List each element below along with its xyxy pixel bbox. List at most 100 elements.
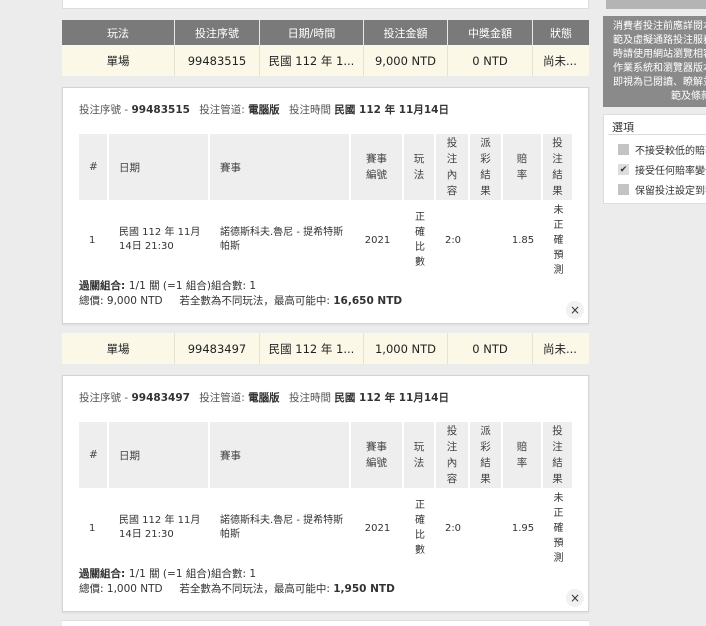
time-value: 民國 112 年 11月14日 [334, 392, 449, 404]
result-char: 確 [553, 234, 564, 246]
header-char: 賠 [516, 441, 528, 453]
option-any-odds-change[interactable]: ✔ 接受任何賠率變化 [618, 162, 706, 177]
play-char: 正 [415, 500, 425, 511]
column-header-datetime[interactable]: 日期/時間 [260, 20, 364, 45]
bet-detail-table: # 日期 賽事 賽事 編號 玩法 投注內容 派彩結果 賠率 投注結果 1 民國 1… [79, 422, 574, 564]
bet-detail-header: 投注序號 - 99483515 投注管道: 電腦版 投注時間 民國 112 年 … [79, 102, 449, 117]
notice-line: 作業系統和瀏覽器版本 [613, 63, 706, 74]
detail-header-num: # [79, 422, 109, 488]
bet-detail-card: 投注序號 - 99483497 投注管道: 電腦版 投注時間 民國 112 年 … [62, 375, 589, 612]
notice-line: 消費者投注前應詳閱本 [613, 21, 706, 32]
line-match-no: 2021 [364, 234, 391, 246]
line-match-part: 諾德斯科夫.魯尼 - 提希特斯 [220, 227, 344, 238]
line-result: 未正確預測 [543, 200, 574, 280]
result-char: 確 [553, 522, 564, 534]
side-panel: 消費者投注前應詳閱本 範及虛擬通路投注服務 時請使用網站瀏覽相容 作業系統和瀏覽… [603, 0, 706, 210]
side-panel-button[interactable] [606, 0, 706, 9]
header-char: 容 [446, 473, 458, 485]
header-char: 投 [446, 425, 458, 437]
bets-table-header: 玩法 投注序號 日期/時間 投注金額 中獎金額 狀態 [62, 20, 589, 45]
detail-header-play: 玩法 [404, 134, 436, 200]
result-char: 未 [553, 492, 564, 504]
bet-amount: 1,000 NTD [364, 333, 448, 364]
detail-header-match-no: 賽事 編號 [351, 134, 404, 200]
checkbox-checked[interactable]: ✔ [618, 164, 629, 175]
previous-panel-edge [62, 0, 589, 9]
option-keep-settings[interactable]: 保留投注設定到我 [618, 182, 706, 197]
detail-table-header: # 日期 賽事 賽事 編號 玩法 投注內容 派彩結果 賠率 投注結果 [79, 134, 574, 200]
play-char: 比 [415, 242, 425, 253]
line-date-part: 民國 112 年 11月 [119, 227, 201, 238]
detail-header-match-no: 賽事 編號 [351, 422, 404, 488]
line-match-part: 諾德斯科夫.魯尼 - 提希特斯 [220, 515, 344, 526]
bet-row[interactable]: 單場 99483497 民國 112 年 1... 1,000 NTD 0 NT… [62, 333, 589, 364]
bet-serial: 99483515 [175, 45, 260, 76]
serial-value: 99483515 [131, 104, 190, 116]
serial-label: 投注序號 - [79, 392, 129, 404]
max-win-value: 16,650 NTD [333, 295, 403, 307]
match-no-header-line: 賽事 [366, 441, 387, 453]
channel-value: 電腦版 [248, 104, 280, 116]
notice-line: 時請使用網站瀏覽相容 [613, 49, 706, 60]
bet-play: 單場 [62, 333, 175, 364]
play-char: 確 [415, 515, 425, 526]
result-char: 正 [553, 507, 564, 519]
line-date-part: 民國 112 年 11月 [119, 515, 201, 526]
line-content: 2:0 [444, 234, 462, 246]
column-header-amount[interactable]: 投注金額 [364, 20, 448, 45]
line-match-part: 帕斯 [220, 241, 240, 252]
bet-datetime: 民國 112 年 1... [260, 45, 364, 76]
options-box: 選項 不接受較低的賠率 ✔ 接受任何賠率變化 保留投注設定到我 [603, 114, 706, 204]
header-char: 內 [446, 457, 458, 469]
bet-status: 尚未... [543, 53, 577, 68]
header-char: 注 [446, 441, 458, 453]
line-date: 民國 112 年 11月 14日 21:30 [109, 200, 210, 280]
bet-prize: 0 NTD [448, 45, 533, 76]
close-icon[interactable]: × [566, 589, 584, 607]
column-header-status[interactable]: 狀態 [533, 20, 589, 45]
total-value: 9,000 NTD [106, 295, 163, 307]
header-char: 內 [446, 169, 458, 181]
header-char: 結 [552, 457, 563, 469]
bet-prize: 0 NTD [448, 333, 533, 364]
options-divider [608, 134, 706, 135]
bet-row[interactable]: 單場 99483515 民國 112 年 1... 9,000 NTD 0 NT… [62, 45, 589, 76]
detail-header-match: 賽事 [210, 134, 351, 200]
max-win-label: 若全數為不同玩法，最高可能中: [179, 295, 330, 307]
header-char: 結 [480, 457, 491, 469]
close-icon[interactable]: × [566, 301, 584, 319]
total-label: 總價: [79, 295, 104, 307]
bet-detail-table: # 日期 賽事 賽事 編號 玩法 投注內容 派彩結果 賠率 投注結果 1 民國 1… [79, 134, 574, 276]
play-char: 比 [415, 530, 425, 541]
header-char: 玩 [413, 153, 425, 165]
match-no-header-line: 賽事 [366, 153, 387, 165]
header-char: 法 [413, 169, 425, 181]
channel-label: 投注管道: [199, 104, 245, 116]
header-char: 注 [552, 153, 563, 165]
checkbox[interactable] [618, 144, 629, 155]
bet-detail-card: 投注序號 - 99483515 投注管道: 電腦版 投注時間 民國 112 年 … [62, 87, 589, 324]
checkbox[interactable] [618, 184, 629, 195]
header-char: 果 [480, 473, 491, 485]
max-win-label: 若全數為不同玩法，最高可能中: [179, 583, 330, 595]
combo-label: 過關組合: [79, 280, 126, 292]
detail-table-row: 1 民國 112 年 11月 14日 21:30 諾德斯科夫.魯尼 - 提希特斯帕… [79, 488, 574, 568]
column-header-serial[interactable]: 投注序號 [175, 20, 260, 45]
notice-line: 範及條款 [671, 91, 706, 102]
header-char: 法 [413, 457, 425, 469]
column-header-prize[interactable]: 中獎金額 [448, 20, 533, 45]
header-char: 率 [516, 169, 528, 181]
checkmark-icon: ✔ [619, 164, 628, 175]
detail-header-date: 日期 [109, 134, 210, 200]
header-char: 注 [446, 153, 458, 165]
bet-detail-header: 投注序號 - 99483497 投注管道: 電腦版 投注時間 民國 112 年 … [79, 390, 449, 405]
detail-table-header: # 日期 賽事 賽事 編號 玩法 投注內容 派彩結果 賠率 投注結果 [79, 422, 574, 488]
line-content: 2:0 [444, 522, 462, 534]
header-char: 投 [446, 137, 458, 149]
header-char: 率 [516, 457, 528, 469]
bet-datetime: 民國 112 年 1... [260, 333, 364, 364]
column-header-play[interactable]: 玩法 [62, 20, 175, 45]
line-result: 未正確預測 [543, 488, 574, 568]
bet-status: 尚未... [543, 341, 577, 356]
option-lower-odds[interactable]: 不接受較低的賠率 [618, 142, 706, 157]
